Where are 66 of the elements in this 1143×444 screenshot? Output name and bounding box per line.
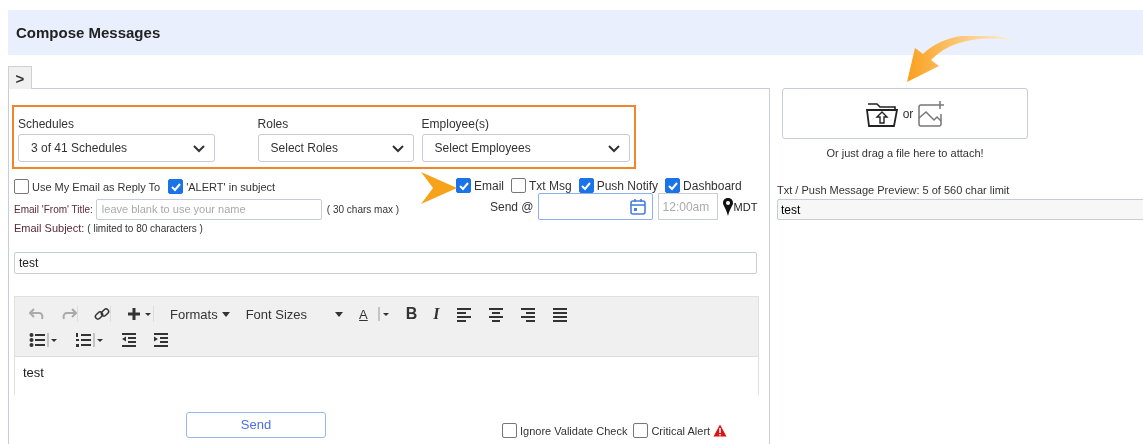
page-title: Compose Messages	[16, 24, 161, 41]
attach-drop-zone[interactable]: or	[782, 88, 1028, 139]
checkbox[interactable]	[578, 178, 594, 193]
align-center-icon[interactable]	[487, 306, 504, 322]
field-label: Schedules	[18, 117, 76, 130]
calendar-icon[interactable]	[629, 198, 646, 215]
align-justify-icon[interactable]	[551, 306, 568, 322]
chevron-icon	[607, 143, 621, 153]
italic-button[interactable]: I	[425, 302, 448, 326]
attach-hint: Or just drag a file here to attach!	[825, 147, 985, 159]
caret-icon	[335, 311, 344, 317]
numbered-list-icon[interactable]	[75, 332, 105, 348]
align-right-icon[interactable]	[519, 306, 536, 322]
caret-icon	[221, 311, 230, 317]
checkbox[interactable]	[511, 178, 526, 193]
insert-menu-icon[interactable]	[127, 306, 154, 322]
chevron-icon	[191, 143, 206, 153]
field-label: Email 'From' Title:	[14, 203, 93, 215]
pointer-arrow	[421, 172, 457, 204]
field-label: Txt / Push Message Preview: 5 of 560 char limit	[777, 184, 1011, 196]
field-label: Employee(s)	[421, 117, 490, 130]
expand-toggle[interactable]: >	[8, 66, 32, 89]
image-add-icon[interactable]	[917, 99, 946, 128]
caret-icon[interactable]	[377, 306, 390, 322]
send-button[interactable]: Send	[186, 411, 326, 438]
formats-menu[interactable]: Formats	[162, 301, 238, 327]
option-label: Ignore Validate Check	[520, 424, 628, 437]
checkbox[interactable]	[14, 179, 29, 194]
text-color-button[interactable]: A	[351, 302, 370, 326]
time-field[interactable]: 12:00am	[657, 193, 718, 220]
field-hint: ( limited to 80 characters )	[87, 223, 203, 234]
field-label: Send @	[490, 199, 534, 214]
channel-label: Email	[474, 178, 504, 193]
field-label: Roles	[257, 117, 290, 130]
field-label: Email Subject:	[14, 222, 85, 234]
map-pin-icon	[721, 196, 734, 217]
bold-button[interactable]: B	[397, 302, 426, 326]
checkbox[interactable]	[633, 423, 649, 438]
subject-field[interactable]: test	[14, 252, 757, 274]
channel-label: Push Notify	[596, 178, 659, 193]
checkbox[interactable]	[665, 178, 681, 193]
align-left-icon[interactable]	[455, 306, 472, 322]
indent-icon[interactable]	[153, 332, 169, 348]
option-label: Use My Email as Reply To	[32, 180, 161, 193]
or-label: or	[902, 106, 914, 121]
option-label: Critical Alert	[651, 424, 711, 437]
link-icon[interactable]	[94, 306, 111, 322]
dropdown[interactable]: Select Roles	[257, 134, 414, 162]
channel-label: Txt Msg	[529, 178, 572, 193]
channel-label: Dashboard	[683, 178, 742, 193]
outdent-icon[interactable]	[121, 332, 137, 348]
chevron-icon	[390, 143, 405, 153]
field-hint: ( 30 chars max )	[326, 203, 400, 215]
dropdown[interactable]: Select Employees	[421, 134, 630, 162]
editor-content[interactable]: test	[15, 357, 758, 395]
preview-field[interactable]: test	[777, 199, 1143, 220]
checkbox[interactable]	[168, 179, 184, 194]
timezone-label: MDT	[733, 200, 758, 213]
font-sizes-menu[interactable]: Font Sizes	[237, 301, 352, 327]
checkbox[interactable]	[456, 178, 471, 193]
bullet-list-icon[interactable]	[29, 332, 59, 348]
dropdown[interactable]: 3 of 41 Schedules	[18, 134, 215, 162]
option-label: 'ALERT' in subject	[186, 180, 276, 193]
date-field[interactable]	[537, 193, 653, 220]
from-title-field[interactable]: leave blank to use your name	[95, 198, 322, 220]
checkbox[interactable]	[502, 423, 517, 438]
